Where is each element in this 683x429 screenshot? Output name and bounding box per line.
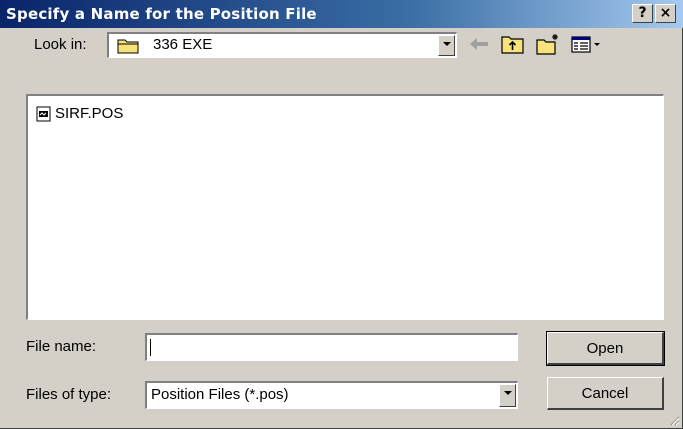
file-type-label: Files of type:: [26, 386, 112, 403]
resize-grip-icon[interactable]: [668, 414, 680, 426]
up-folder-icon[interactable]: [500, 32, 526, 56]
dialog-title: Specify a Name for the Position File: [6, 5, 317, 23]
file-icon: [36, 106, 51, 122]
file-list[interactable]: SIRF.POS: [26, 94, 664, 320]
text-caret: [150, 339, 151, 356]
file-name-field[interactable]: [145, 333, 518, 361]
help-button[interactable]: ?: [632, 4, 653, 23]
look-in-dropdown[interactable]: 336 EXE: [107, 32, 457, 58]
title-bar[interactable]: Specify a Name for the Position File ? ×: [0, 0, 683, 28]
back-arrow-icon[interactable]: [466, 32, 492, 56]
file-type-dropdown[interactable]: Position Files (*.pos): [145, 381, 518, 409]
look-in-label: Look in:: [34, 36, 87, 53]
file-name: SIRF.POS: [55, 105, 124, 122]
file-name-input[interactable]: [149, 336, 515, 359]
file-name-label: File name:: [26, 338, 97, 355]
chevron-down-icon[interactable]: [438, 35, 455, 56]
view-menu-icon[interactable]: [570, 32, 604, 56]
look-in-value: 336 EXE: [153, 36, 213, 53]
chevron-down-icon[interactable]: [499, 384, 516, 407]
file-type-value: Position Files (*.pos): [151, 386, 289, 403]
close-button[interactable]: ×: [655, 4, 676, 23]
file-dialog: Specify a Name for the Position File ? ×…: [0, 0, 683, 429]
cancel-button[interactable]: Cancel: [547, 377, 664, 410]
folder-icon: [117, 39, 139, 54]
new-folder-icon[interactable]: [535, 32, 561, 56]
open-button[interactable]: Open: [546, 331, 665, 366]
